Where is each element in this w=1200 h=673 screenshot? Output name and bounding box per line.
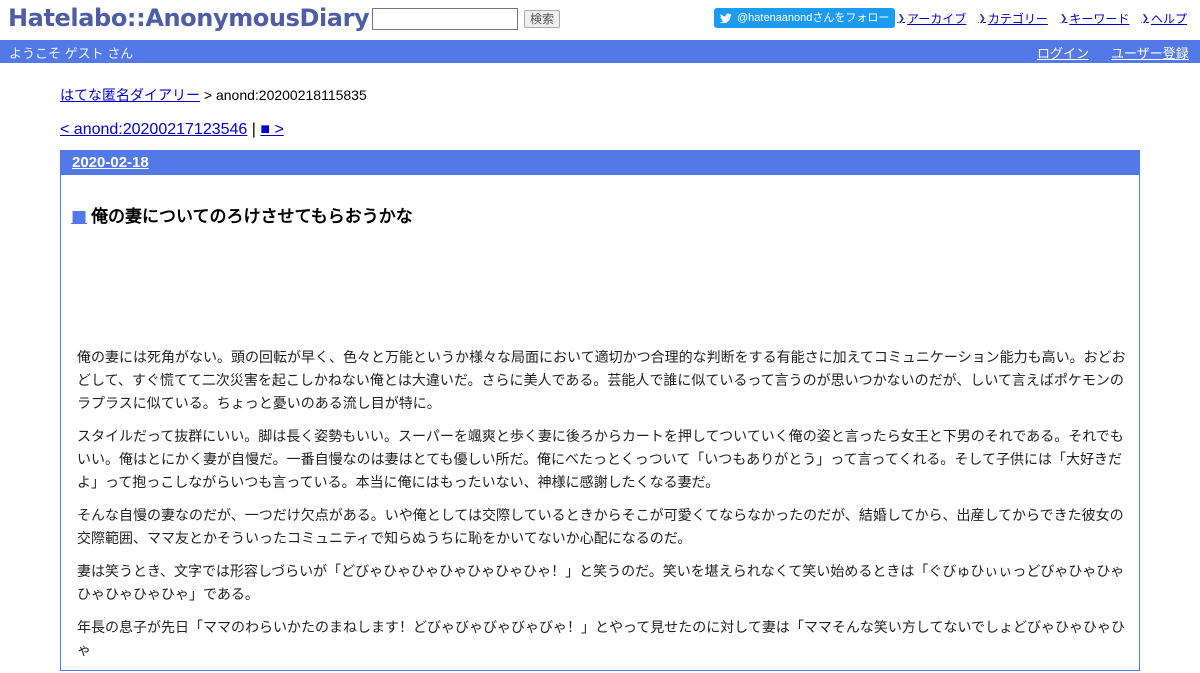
chevron-right-icon: ❯ xyxy=(978,13,986,23)
header-nav: ❯ アーカイブ ❯ カテゴリー ❯ キーワード ❯ ヘルプ xyxy=(897,10,1187,27)
entry-title-text: 俺の妻についてのろけさせてもらおうかな xyxy=(91,207,413,227)
entry-permalink-mark[interactable]: ■ xyxy=(71,207,87,227)
breadcrumb: はてな匿名ダイアリー > anond:20200218115835 xyxy=(60,85,367,105)
chevron-right-icon: ❯ xyxy=(1141,13,1149,23)
twitter-follow-button[interactable]: @hatenaanondさんをフォロー xyxy=(714,8,896,28)
login-link[interactable]: ログイン xyxy=(1037,43,1089,62)
welcome-text: ようこそ ゲスト さん xyxy=(9,46,134,61)
prev-entry-link[interactable]: < anond:20200217123546 xyxy=(60,121,247,138)
entry-paragraph: 妻は笑うとき、文字では形容しづらいが「どびゃひゃひゃひゃひゃひゃひゃ！」と笑うの… xyxy=(77,564,1125,603)
chevron-right-icon: ❯ xyxy=(1059,13,1068,23)
entry-paragraph: スタイルだって抜群にいい。脚は長く姿勢もいい。スーパーを颯爽と歩く妻に後ろからカ… xyxy=(77,429,1124,491)
day-header: 2020-02-18 xyxy=(61,150,1139,175)
archive-link[interactable]: ❯ アーカイブ xyxy=(897,10,966,27)
entry-body: 俺の妻には死角がない。頭の回転が早く、色々と万能というか様々な局面において適切か… xyxy=(77,347,1129,673)
site-logo[interactable]: Hatelabo::AnonymousDiary xyxy=(8,4,370,32)
search-input[interactable] xyxy=(372,8,518,30)
day-section: 2020-02-18 ■ 俺の妻についてのろけさせてもらおうかな 俺の妻には死角が… xyxy=(60,150,1140,671)
day-date-link[interactable]: 2020-02-18 xyxy=(72,154,149,171)
entry-paragraph: そんな自慢の妻なのだが、一つだけ欠点がある。いや俺としては交際しているときからそ… xyxy=(77,508,1124,547)
site-header: Hatelabo::AnonymousDiary 検索 @hatenaanond… xyxy=(0,0,1200,40)
category-link[interactable]: ❯ カテゴリー xyxy=(978,10,1048,27)
breadcrumb-current: anond:20200218115835 xyxy=(215,87,367,103)
entry-paragraph: 年長の息子が先日「ママのわらいかたのまねします！どびゃびゃびゃびゃびゃ！」とやっ… xyxy=(77,620,1126,659)
help-link[interactable]: ❯ ヘルプ xyxy=(1141,10,1187,27)
entry-pager: < anond:20200217123546 | ■ > xyxy=(60,121,284,139)
entry-title: ■ 俺の妻についてのろけさせてもらおうかな xyxy=(71,202,413,227)
register-link[interactable]: ユーザー登録 xyxy=(1111,43,1189,62)
breadcrumb-separator: > xyxy=(200,87,216,103)
twitter-bird-icon xyxy=(720,13,732,23)
pager-separator: | xyxy=(247,121,261,138)
breadcrumb-home-link[interactable]: はてな匿名ダイアリー xyxy=(60,87,200,103)
next-entry-link[interactable]: ■ > xyxy=(260,121,283,138)
entry-paragraph: 俺の妻には死角がない。頭の回転が早く、色々と万能というか様々な局面において適切か… xyxy=(77,350,1126,412)
keyword-link[interactable]: ❯ キーワード xyxy=(1060,10,1130,27)
search-button[interactable]: 検索 xyxy=(524,10,561,28)
chevron-right-icon: ❯ xyxy=(897,13,906,23)
twitter-follow-label: @hatenaanondさんをフォロー xyxy=(737,12,890,24)
user-bar: ようこそ ゲスト さん ログイン ユーザー登録 xyxy=(0,40,1200,63)
